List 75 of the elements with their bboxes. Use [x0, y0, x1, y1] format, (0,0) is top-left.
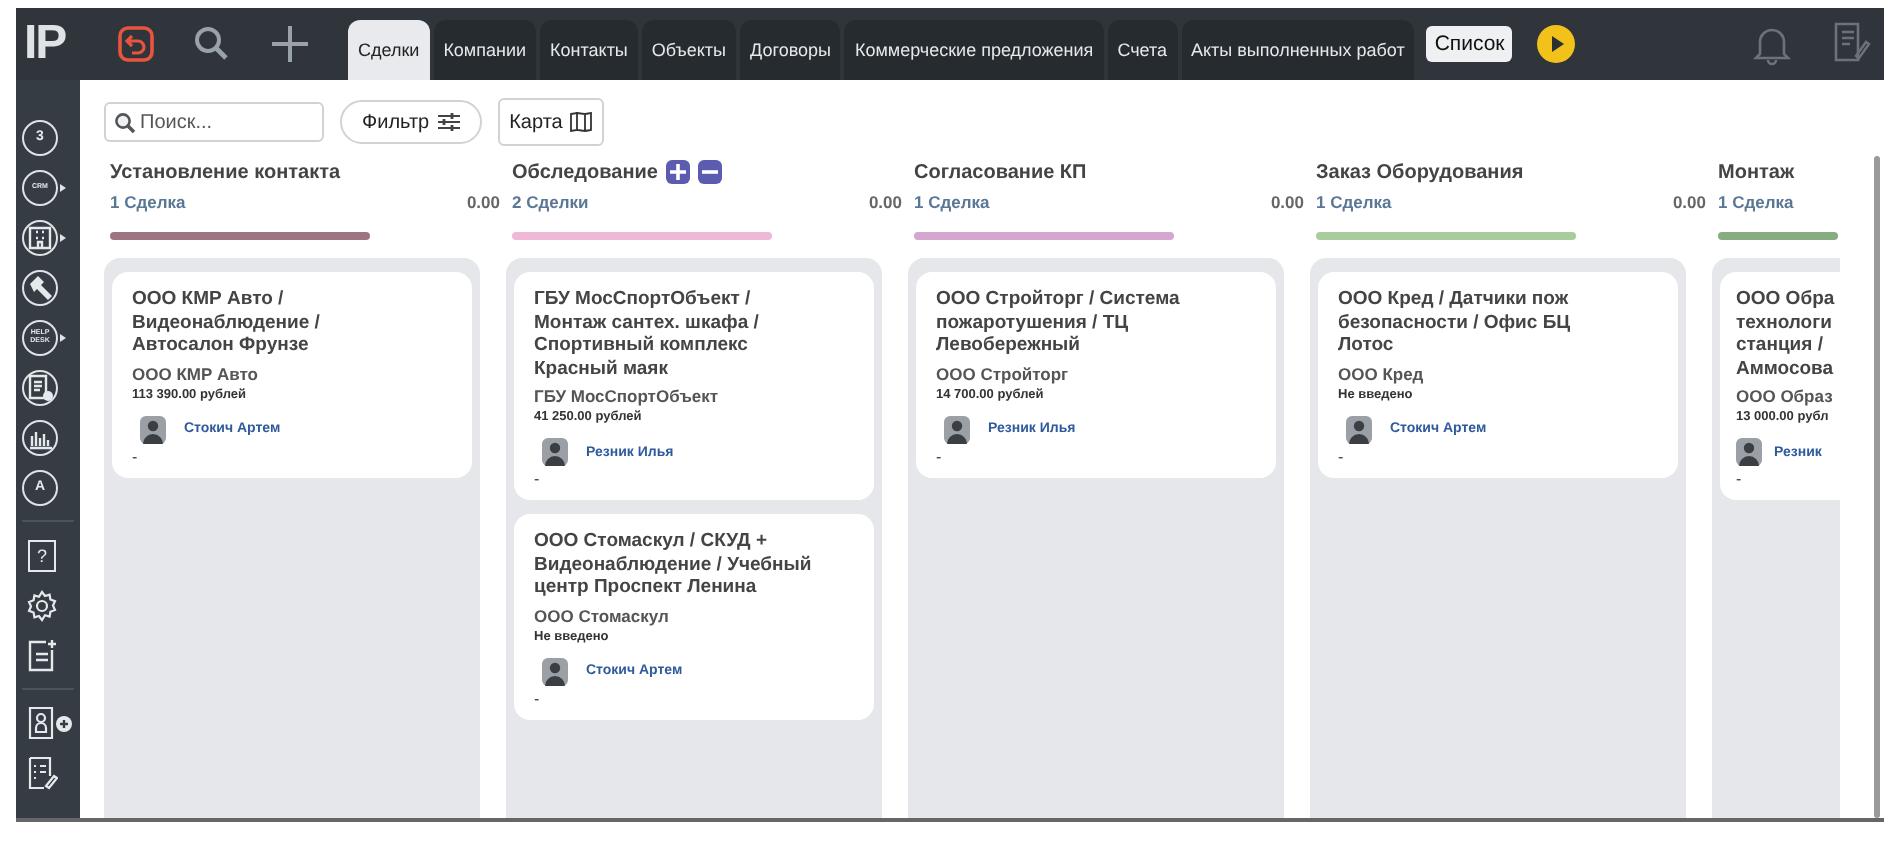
deal-title: ООО Обра технологи станция / Аммосова: [1736, 288, 1835, 380]
play-icon[interactable]: [1536, 24, 1577, 64]
sliders-icon: [437, 112, 460, 132]
add-button[interactable]: [665, 160, 690, 184]
avatar-icon: [1346, 415, 1372, 443]
filter-button[interactable]: Фильтр: [340, 100, 482, 144]
tab[interactable]: Акты выполненных работ: [1181, 20, 1415, 80]
map-button[interactable]: Карта: [497, 98, 605, 146]
company-name: ООО Стройторг: [936, 363, 1069, 383]
search-icon: [114, 112, 136, 134]
minus-icon: [701, 164, 718, 180]
column-title: Заказ Оборудования: [1316, 161, 1524, 183]
help-icon[interactable]: ?: [28, 539, 56, 571]
submenu-arrow-icon: [60, 333, 66, 341]
deal-title: ГБУ МосСпортОбъект / Монтаж сантех. шкафа / Спортивный комплекс Красный маяк: [534, 288, 761, 380]
search-field[interactable]: Поиск...: [104, 102, 324, 142]
avatar-icon: [542, 438, 568, 466]
avatar-icon: [542, 657, 568, 685]
avatar-icon: [1736, 438, 1762, 466]
map-icon: [570, 112, 593, 132]
building-icon[interactable]: [22, 219, 58, 255]
submenu-arrow-icon: [60, 183, 66, 191]
column-total: 0.00: [1672, 192, 1706, 212]
hammer-icon[interactable]: [22, 269, 58, 305]
deal-count: 1 Сделка: [1718, 192, 1794, 212]
deal-note: -: [936, 447, 942, 465]
deal-title: ООО Стомаскул / СКУД + Видеонаблюдение / Учебный центр Проспект Ленина: [534, 530, 814, 599]
ledger-icon[interactable]: [22, 369, 58, 405]
list-button[interactable]: Список: [1426, 26, 1513, 62]
submenu-arrow-icon: [60, 233, 66, 241]
deal-count: 1 Сделка: [914, 192, 990, 212]
tab[interactable]: Коммерческие предложения: [844, 20, 1104, 80]
logo[interactable]: IP: [24, 16, 92, 72]
tab[interactable]: Компании: [433, 20, 537, 80]
deal-note: -: [1736, 470, 1742, 488]
settings-icon[interactable]: [26, 589, 58, 621]
deal-count: 1 Сделка: [110, 192, 186, 212]
search-icon[interactable]: [192, 24, 232, 64]
contact-add-icon[interactable]: [26, 706, 74, 740]
column-title: Монтаж: [1718, 161, 1795, 183]
plus-icon: [669, 164, 686, 180]
company-name: ООО Кред: [1338, 363, 1424, 383]
column-title: Согласование КП: [914, 161, 1087, 183]
avatar-icon: [140, 415, 166, 443]
scrollbar[interactable]: [1874, 156, 1880, 818]
note-add-icon[interactable]: [26, 638, 58, 672]
deal-note: -: [1338, 447, 1344, 465]
back-icon[interactable]: [116, 24, 156, 64]
deal-title: ООО Стройторг / Система пожаротушения / ТЦ Левобережный: [936, 288, 1182, 357]
tab[interactable]: Контакты: [540, 20, 638, 80]
checklist-icon[interactable]: [26, 756, 58, 790]
avatar-icon: [944, 415, 970, 443]
company-name: ГБУ МосСпортОбъект: [534, 386, 719, 406]
chart-icon[interactable]: [22, 419, 58, 455]
company-name: ООО КМР Авто: [132, 363, 258, 383]
column-total: 0.00: [466, 192, 500, 212]
deal-title: ООО Кред / Датчики пож безопасности / Офис БЦ Лотос: [1338, 288, 1573, 357]
deal-note: -: [132, 447, 138, 465]
deal-note: -: [534, 470, 540, 488]
deal-count: 2 Сделки: [512, 192, 589, 212]
deal-count: 1 Сделка: [1316, 192, 1392, 212]
remove-button[interactable]: [697, 160, 722, 184]
tab[interactable]: Сделки: [348, 20, 430, 80]
deal-title: ООО КМР Авто / Видеонаблюдение / Автосалон Фрунзе: [132, 288, 322, 357]
plus-icon[interactable]: [268, 22, 312, 66]
column-total: 0.00: [868, 192, 902, 212]
column-title: Установление контакта: [110, 161, 341, 183]
column-title: Обследование: [512, 161, 658, 183]
company-name: ООО Стомаскул: [534, 605, 669, 625]
company-name: ООО Образ: [1736, 386, 1833, 406]
deal-note: -: [534, 689, 540, 707]
tab[interactable]: Счета: [1107, 20, 1178, 80]
column-total: 0.00: [1270, 192, 1304, 212]
tab[interactable]: Договоры: [740, 20, 841, 80]
tab[interactable]: Объекты: [641, 20, 737, 80]
